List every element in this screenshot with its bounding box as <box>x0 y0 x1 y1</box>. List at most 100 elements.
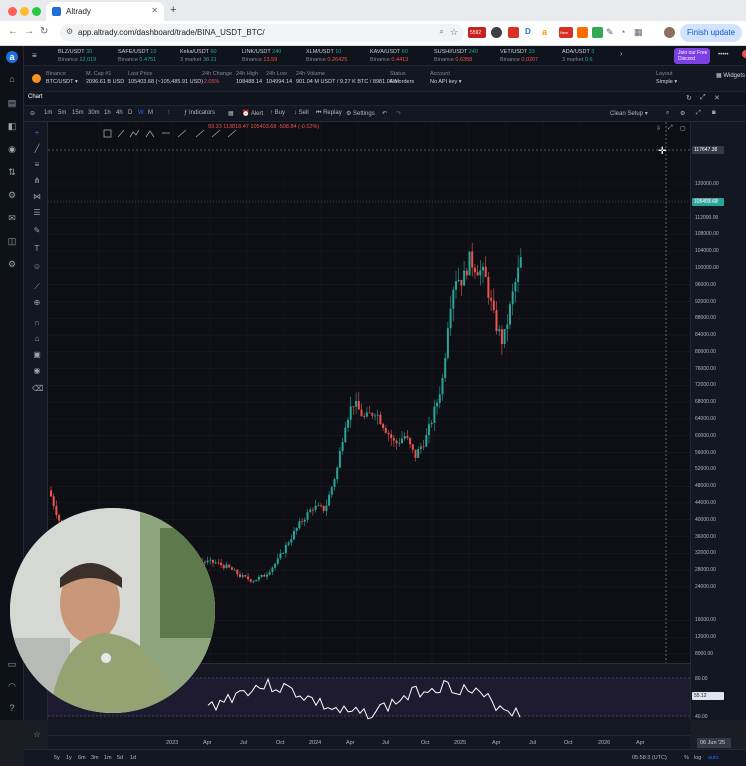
camera-icon[interactable]: ◙ <box>712 110 716 116</box>
extension-circle-icon[interactable] <box>491 27 502 38</box>
range-1d[interactable]: 1d <box>130 755 136 761</box>
emoji-icon[interactable]: ☺ <box>32 262 42 272</box>
settings-icon[interactable]: ⚙ <box>6 258 18 270</box>
extension-amazon-icon[interactable]: a <box>542 27 553 38</box>
ticker-item[interactable]: ADA/USDT 33 market 0.6 <box>562 48 594 64</box>
timeframe-30m[interactable]: 30m <box>88 110 100 116</box>
lock-drawing-icon[interactable]: ⌂ <box>32 334 42 344</box>
back-icon[interactable]: ← <box>8 26 18 37</box>
clean-setup-dropdown[interactable]: Clean Setup ▾ <box>610 110 648 117</box>
range-3m[interactable]: 3m <box>91 755 99 761</box>
timeframe-D[interactable]: D <box>128 110 132 116</box>
extension-pen-icon[interactable]: ✎ <box>606 27 617 38</box>
extension-new-icon[interactable]: New <box>559 27 573 38</box>
range-5y[interactable]: 5y <box>54 755 60 761</box>
percent-toggle[interactable]: % <box>684 755 689 761</box>
close-window-button[interactable] <box>8 7 17 16</box>
timeframe-4h[interactable]: 4h <box>116 110 123 116</box>
extension-red-icon[interactable] <box>508 27 519 38</box>
alert-button[interactable]: ⏰ Alert <box>242 110 263 117</box>
favorites-star-icon[interactable]: ☆ <box>32 730 42 740</box>
ticker-item[interactable]: LINK/USDT 240 Binance 13.59 <box>242 48 281 64</box>
magnet-icon[interactable]: ∩ <box>32 318 42 328</box>
chart-type-icon[interactable]: ⫶ <box>168 110 170 117</box>
expand-icon[interactable]: ⤢ <box>700 94 706 102</box>
timeframe-5m[interactable]: 5m <box>58 110 66 116</box>
site-info-icon[interactable]: ⚙ <box>66 27 73 36</box>
indicators-button[interactable]: ƒ Indicators <box>184 110 215 116</box>
refresh-icon[interactable]: ↻ <box>686 94 692 102</box>
close-tab-icon[interactable]: ✕ <box>151 6 158 15</box>
lock-icon[interactable]: ▣ <box>32 350 42 360</box>
monitor-icon[interactable]: ▭ <box>6 658 18 670</box>
range-5d[interactable]: 5d <box>117 755 123 761</box>
buy-button[interactable]: ↑ Buy <box>270 110 285 116</box>
ticker-scroll-icon[interactable]: › <box>620 51 622 58</box>
zoom-window-button[interactable] <box>32 7 41 16</box>
browser-tab[interactable]: Altrady ✕ <box>46 2 164 21</box>
layout-selector[interactable]: Layout Simple ▾ <box>656 70 677 86</box>
auto-toggle[interactable]: auto <box>708 755 719 761</box>
help-icon[interactable]: ? <box>6 702 18 714</box>
log-toggle[interactable]: log <box>694 755 701 761</box>
widgets-button[interactable]: ▦ Widgets <box>716 72 745 79</box>
trend-line-icon[interactable]: ╱ <box>32 144 42 154</box>
profile-avatar[interactable] <box>664 27 675 38</box>
ticker-item[interactable]: Keka/USDT 60 3 market 38.21 <box>180 48 217 64</box>
minimize-window-button[interactable] <box>20 7 29 16</box>
analytics-icon[interactable]: ◫ <box>6 235 18 247</box>
altrady-logo-icon[interactable]: a <box>6 51 18 63</box>
extension-green-icon[interactable] <box>592 27 603 38</box>
portfolio-icon[interactable]: ◧ <box>6 120 18 132</box>
ticker-item[interactable]: BLZ/USDT 30 Binance 12,019 <box>58 48 96 64</box>
zoom-search-icon[interactable]: ⌕ <box>440 27 444 37</box>
timeframe-15m[interactable]: 15m <box>72 110 84 116</box>
timeframe-1h[interactable]: 1h <box>104 110 111 116</box>
account-selector[interactable]: Account No API key ▾ <box>430 70 462 86</box>
range-1m[interactable]: 1m <box>104 755 112 761</box>
layout-grid-icon[interactable]: ▦ <box>228 110 234 117</box>
range-6m[interactable]: 6m <box>78 755 86 761</box>
timeframe-W[interactable]: W <box>138 110 144 116</box>
time-axis[interactable]: 2023 Apr Jul Oct 2024 Apr Jul Oct 2025 A… <box>48 735 731 749</box>
signals-icon[interactable]: ⇅ <box>6 166 18 178</box>
symbol-search-icon[interactable]: ⊖ <box>30 110 35 117</box>
extension-gauge-icon[interactable]: ◔ <box>620 27 631 38</box>
utc-clock[interactable]: 05:58:3 (UTC) <box>632 755 667 761</box>
chart-maximize-icon[interactable]: ⤢ <box>668 125 673 132</box>
extension-grid-icon[interactable]: ▦ <box>634 27 645 38</box>
brush-icon[interactable]: ✎ <box>32 226 42 236</box>
chart-tab[interactable]: Chart <box>28 94 43 100</box>
ticker-item[interactable]: VET/USDT 33 Binance 0.0207 <box>500 48 538 64</box>
zoom-in-icon[interactable]: ⊕ <box>32 298 42 308</box>
extension-color-icon[interactable] <box>577 27 588 38</box>
extension-d-icon[interactable]: D <box>525 27 536 38</box>
new-tab-button[interactable]: + <box>170 4 176 16</box>
forward-icon[interactable]: → <box>24 26 34 37</box>
ticker-item[interactable]: KAVA/USDT 60 Binance 0.4413 <box>370 48 408 64</box>
wifi-icon[interactable]: ◠ <box>6 680 18 692</box>
fib-icon[interactable]: ☰ <box>32 208 42 218</box>
range-1y[interactable]: 1y <box>66 755 72 761</box>
redo-icon[interactable]: ↷ <box>396 110 401 117</box>
ticker-item[interactable]: SAFE/USDT 10 Binance 0.4751 <box>118 48 156 64</box>
menu-icon[interactable]: ≡ <box>32 51 37 60</box>
orders-icon[interactable]: ◉ <box>6 143 18 155</box>
finish-update-button[interactable]: Finish update <box>680 24 742 42</box>
reload-icon[interactable]: ↻ <box>40 26 48 37</box>
alerts-icon[interactable]: ✉ <box>6 212 18 224</box>
ticker-item[interactable]: XLM/USDT 10 Binance 0.26425 <box>306 48 347 64</box>
chart-download-icon[interactable]: ⇩ <box>656 125 661 132</box>
notification-icon[interactable] <box>742 50 746 58</box>
user-menu-icon[interactable]: ••••• <box>718 52 729 58</box>
trash-icon[interactable]: ⌫ <box>32 384 43 394</box>
chart-window-icon[interactable]: ▢ <box>680 125 686 132</box>
fullscreen-icon[interactable]: ⤢ <box>696 110 701 117</box>
join-discord-button[interactable]: Join our Free Discord <box>674 48 710 64</box>
ruler-icon[interactable]: ⟋ <box>32 282 42 292</box>
bookmark-star-icon[interactable]: ☆ <box>450 27 458 38</box>
price-axis[interactable]: 117647.38 105403.68 80.00 55.12 40.00 12… <box>690 122 746 720</box>
search-icon[interactable]: ⌕ <box>666 110 669 117</box>
text-tool-icon[interactable]: T <box>32 244 42 254</box>
eye-icon[interactable]: ◉ <box>32 366 42 376</box>
